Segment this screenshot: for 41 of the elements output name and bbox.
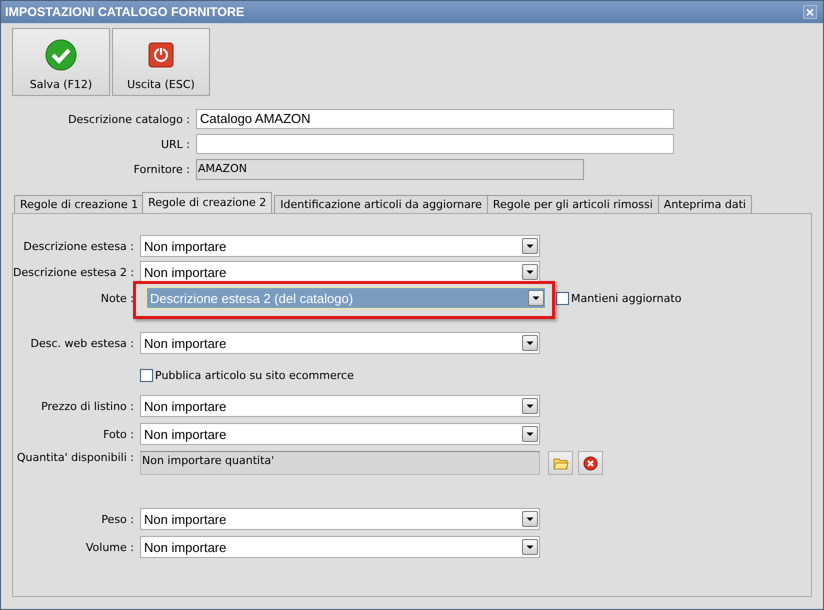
checkbox-label: Mantieni aggiornato xyxy=(571,292,682,304)
dropdown[interactable]: Non importare xyxy=(140,235,540,257)
folder-icon xyxy=(552,456,568,470)
input-field[interactable] xyxy=(196,134,674,154)
field-label: Prezzo di listino : xyxy=(40,400,135,412)
power-icon xyxy=(148,42,174,68)
field-label: Descrizione catalogo : xyxy=(67,112,190,126)
tab[interactable]: Identificazione articoli da aggiornare xyxy=(274,195,488,213)
dropdown[interactable]: Non importare xyxy=(140,332,540,354)
dropdown[interactable]: Non importare xyxy=(140,508,540,530)
field-label: Descrizione estesa 2 : xyxy=(13,266,136,278)
tab[interactable]: Regole di creazione 2 xyxy=(142,192,272,213)
input-field[interactable]: Catalogo AMAZON xyxy=(196,109,674,129)
dropdown[interactable]: Non importare xyxy=(140,395,540,417)
window-title: IMPOSTAZIONI CATALOGO FORNITORE xyxy=(5,5,244,19)
checkbox[interactable] xyxy=(556,292,569,304)
field-label: Peso : xyxy=(100,512,135,526)
field-label: Desc. web estesa : xyxy=(29,336,135,350)
exit-button[interactable]: Uscita (ESC) xyxy=(112,28,210,96)
tab[interactable]: Anteprima dati xyxy=(658,195,752,213)
clear-icon xyxy=(583,456,598,470)
readonly-field[interactable]: Non importare quantita' xyxy=(140,451,540,475)
dropdown[interactable]: Non importare xyxy=(140,423,540,445)
checkmark-icon xyxy=(44,38,78,72)
clear-button[interactable] xyxy=(578,451,603,475)
tab[interactable]: Regole di creazione 1 xyxy=(14,195,144,213)
folder-button[interactable] xyxy=(548,451,573,475)
field-label: Volume : xyxy=(84,540,135,554)
dropdown[interactable]: Non importare xyxy=(140,261,540,283)
field-label: Descrizione estesa : xyxy=(22,240,135,252)
field-label: URL : xyxy=(160,138,190,150)
dropdown[interactable]: Non importare xyxy=(140,536,540,558)
field-label: Fornitore : xyxy=(132,163,190,176)
field-label: Note : xyxy=(100,292,135,304)
field-label: Foto : xyxy=(102,428,135,440)
save-button[interactable]: Salva (F12) xyxy=(12,28,110,96)
field-label: Quantita' disponibili : xyxy=(16,451,135,464)
tab[interactable]: Regole per gli articoli rimossi xyxy=(486,195,659,213)
readonly-field[interactable]: AMAZON xyxy=(196,159,584,180)
checkbox-label: Pubblica articolo su sito ecommerce xyxy=(155,368,354,382)
checkbox[interactable] xyxy=(140,368,153,382)
